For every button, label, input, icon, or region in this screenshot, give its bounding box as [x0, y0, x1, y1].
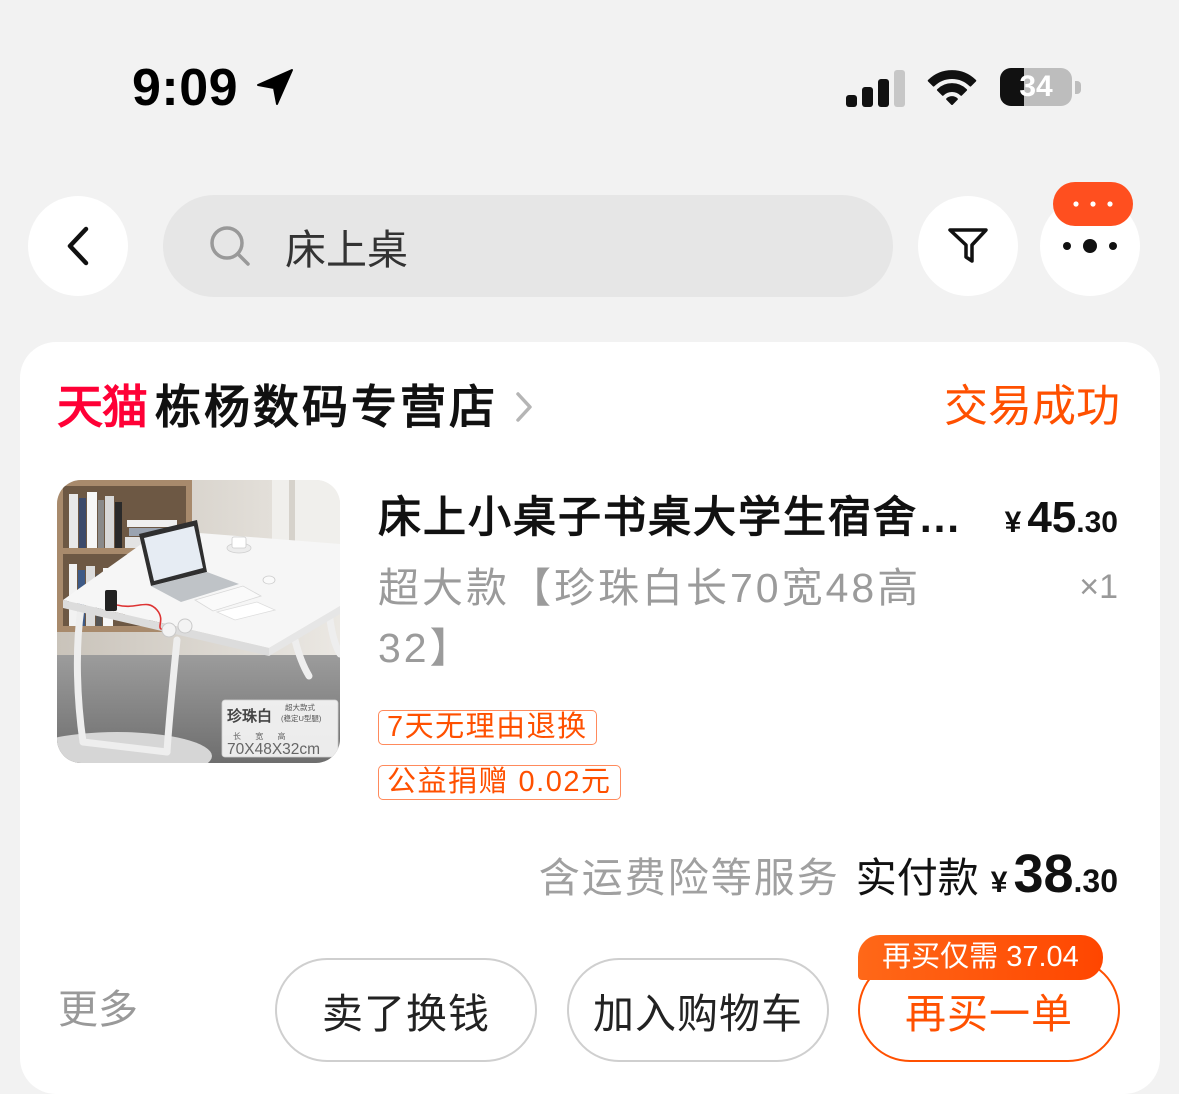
ellipsis-badge-icon [1073, 201, 1113, 207]
product-sku: 超大款【珍珠白长70宽48高 32】 [378, 558, 998, 678]
product-photo: 珍珠白 超大款式 (稳定U型腿) 长 宽 高 70X48X32cm [57, 480, 340, 763]
back-button[interactable] [28, 196, 128, 296]
product-quantity: ×1 [1079, 568, 1118, 606]
status-bar: 9:09 34 [0, 0, 1179, 140]
price-currency: ¥ [1004, 506, 1022, 539]
service-note: 含运费险等服务 [538, 855, 840, 901]
battery-icon: 34 [1000, 68, 1072, 106]
paid-label: 实付款 [855, 855, 979, 901]
return-policy-tag: 7天无理由退换 [378, 710, 597, 745]
product-price: ¥ 45 .30 [1005, 492, 1118, 544]
sku-line: 32】 [378, 625, 474, 671]
payment-summary: 含运费险等服务 实付款 ¥ 38 .30 [539, 842, 1118, 906]
price-decimal: .30 [1076, 506, 1118, 539]
paid-decimal: .30 [1073, 863, 1118, 899]
filter-button[interactable] [918, 196, 1018, 296]
sell-button[interactable]: 卖了换钱 [275, 958, 537, 1062]
tmall-logo: 天猫 [57, 381, 148, 433]
more-actions-link[interactable]: 更多 [58, 982, 138, 1038]
wifi-icon [927, 70, 977, 105]
message-badge[interactable] [1053, 182, 1133, 226]
order-card: 天猫 栋杨数码专营店 交易成功 珍珠白 超大款式 (稳定U型腿) 长 宽 高 7… [20, 342, 1160, 1094]
price-integer: 45 [1027, 493, 1077, 542]
label-leg-type: (稳定U型腿) [281, 713, 322, 723]
cellular-signal-icon [846, 70, 905, 107]
chevron-right-icon [516, 392, 532, 422]
search-bar[interactable] [163, 195, 893, 297]
more-icon [1063, 239, 1117, 253]
search-input[interactable] [285, 195, 845, 297]
store-name: 栋杨数码专营店 [155, 381, 498, 433]
search-icon [210, 226, 250, 266]
status-time: 9:09 [132, 59, 239, 117]
buy-again-price-badge: 再买仅需 37.04 [858, 935, 1103, 980]
size-label: 珍珠白 超大款式 (稳定U型腿) 长 宽 高 70X48X32cm [221, 699, 339, 758]
filter-icon [948, 228, 988, 263]
mouse [262, 575, 276, 585]
add-to-cart-button[interactable]: 加入购物车 [567, 958, 829, 1062]
label-style: 超大款式 [285, 702, 315, 712]
charity-donation-tag: 公益捐赠 0.02元 [378, 765, 621, 800]
paid-integer: 38 [1013, 844, 1074, 904]
label-color-name: 珍珠白 [227, 707, 272, 725]
label-dimension-headers: 长 宽 高 [233, 731, 285, 741]
location-arrow-icon [257, 69, 293, 105]
paid-currency: ¥ [990, 866, 1008, 899]
sku-line: 超大款【珍珠白长70宽48高 [378, 565, 922, 611]
phone [105, 590, 117, 611]
product-image[interactable]: 珍珠白 超大款式 (稳定U型腿) 长 宽 高 70X48X32cm [57, 480, 340, 763]
battery-percentage: 34 [1019, 70, 1053, 103]
label-dimensions: 70X48X32cm [227, 741, 320, 758]
store-link[interactable]: 天猫 栋杨数码专营店 [57, 379, 534, 435]
product-title: 床上小桌子书桌大学生宿舍… [378, 494, 963, 542]
product-item[interactable]: 珍珠白 超大款式 (稳定U型腿) 长 宽 高 70X48X32cm 床上小桌子书… [57, 480, 1118, 805]
battery-cap [1075, 81, 1081, 94]
order-status: 交易成功 [944, 382, 1120, 431]
chevron-left-icon [67, 226, 89, 266]
